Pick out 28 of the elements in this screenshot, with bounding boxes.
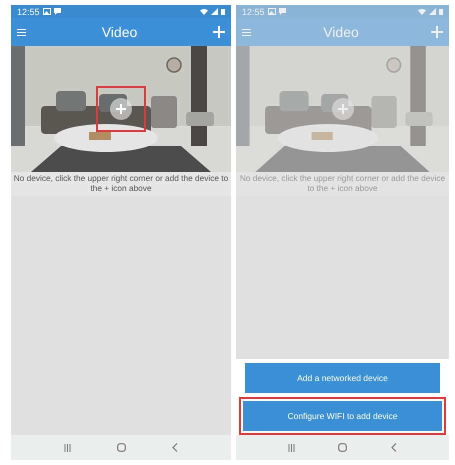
- plus-icon: [336, 103, 348, 115]
- gallery-icon: [42, 8, 51, 15]
- wifi-icon: [200, 8, 208, 15]
- home-icon[interactable]: [117, 443, 126, 452]
- empty-message: No device, click the upper right corner or add the device to the + icon above: [11, 172, 231, 196]
- back-icon[interactable]: [172, 443, 178, 452]
- screen-title: Video: [322, 24, 360, 40]
- signal-icon: [211, 8, 218, 15]
- add-device-button[interactable]: [110, 98, 132, 120]
- message-icon: [54, 8, 61, 15]
- recents-icon[interactable]: [64, 444, 71, 452]
- battery-icon: [221, 8, 225, 15]
- add-icon[interactable]: [213, 26, 225, 38]
- gallery-icon: [268, 8, 276, 15]
- home-icon[interactable]: [338, 443, 348, 452]
- status-time: 12:55: [17, 6, 40, 16]
- action-button[interactable]: Configure WIFI to add device: [243, 401, 442, 431]
- menu-icon[interactable]: [17, 28, 26, 36]
- battery-icon: [439, 8, 443, 15]
- recents-icon[interactable]: [288, 444, 295, 452]
- status-time: 12:55: [242, 6, 265, 16]
- plus-icon: [115, 103, 127, 115]
- action-button[interactable]: Add a networked device: [245, 363, 440, 393]
- signal-icon: [429, 8, 436, 15]
- back-icon[interactable]: [391, 443, 398, 452]
- screen-title: Video: [100, 24, 138, 40]
- message-icon: [278, 8, 286, 15]
- wifi-icon: [418, 8, 426, 15]
